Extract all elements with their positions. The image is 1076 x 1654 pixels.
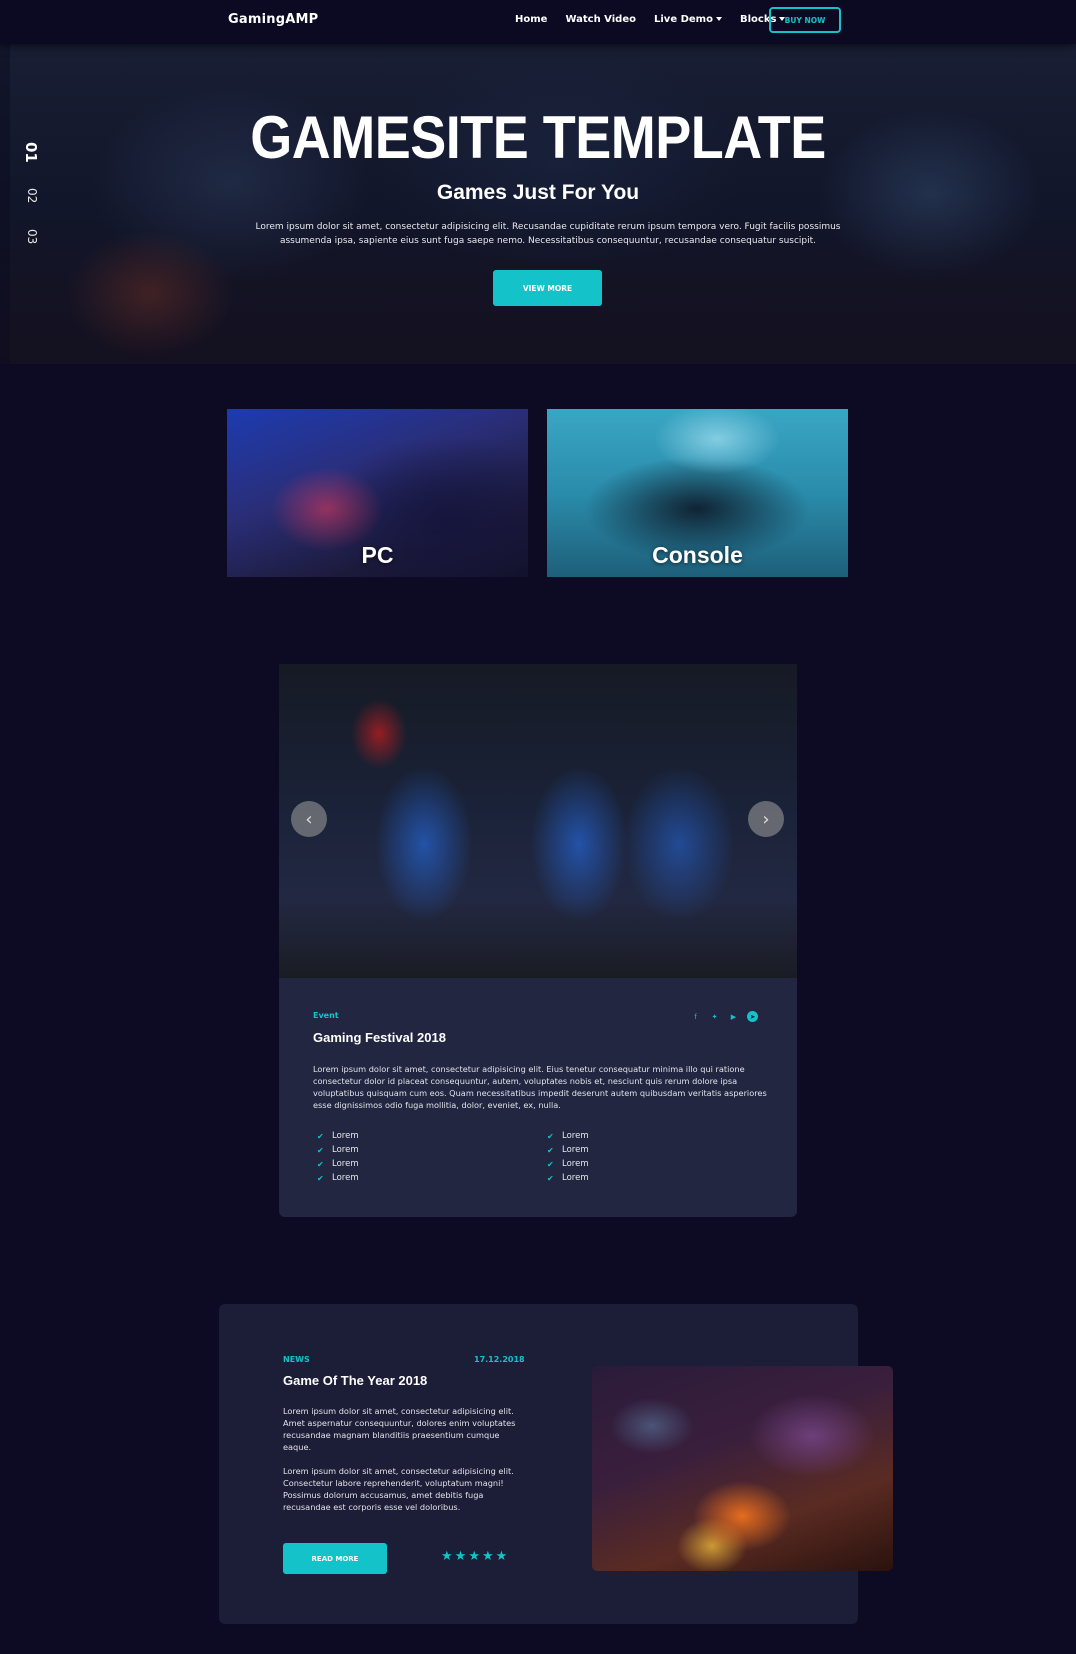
event-social-links: f ✦ ▶ ➤ <box>690 1011 758 1022</box>
nav-home[interactable]: Home <box>515 14 547 25</box>
news-title: Game Of The Year 2018 <box>283 1373 428 1388</box>
nav-live-demo-label: Live Demo <box>654 14 713 25</box>
star-icon: ★ <box>441 1549 453 1564</box>
list-item-label: Lorem <box>562 1173 589 1183</box>
category-label-pc: PC <box>361 542 394 568</box>
check-icon: ✔ <box>317 1131 324 1141</box>
event-description: Lorem ipsum dolor sit amet, consectetur … <box>313 1064 767 1110</box>
hero-title: GAMESITE TEMPLATE <box>250 104 826 172</box>
check-icon: ✔ <box>317 1145 324 1155</box>
check-icon: ✔ <box>547 1131 554 1141</box>
news-image <box>592 1366 893 1571</box>
category-label-console: Console <box>652 542 743 568</box>
list-item-label: Lorem <box>562 1145 589 1155</box>
news-date: 17.12.2018 <box>474 1355 525 1364</box>
category-card-console[interactable]: Console <box>547 409 848 577</box>
list-item: ✔ Lorem <box>313 1143 359 1157</box>
check-icon: ✔ <box>547 1159 554 1169</box>
twitter-icon[interactable]: ✦ <box>709 1011 720 1022</box>
check-icon: ✔ <box>547 1173 554 1183</box>
check-icon: ✔ <box>547 1145 554 1155</box>
event-carousel-image <box>279 664 797 978</box>
news-paragraph-1: Lorem ipsum dolor sit amet, consectetur … <box>283 1406 516 1452</box>
list-item-label: Lorem <box>562 1159 589 1169</box>
category-card-pc[interactable]: PC <box>227 409 528 577</box>
buy-now-button[interactable]: BUY NOW <box>769 7 841 33</box>
event-checklist-left: ✔ Lorem ✔ Lorem ✔ Lorem ✔ Lorem <box>313 1129 359 1185</box>
nav-links: Home Watch Video Live Demo Blocks <box>515 14 803 25</box>
star-icon: ★ <box>495 1549 508 1564</box>
list-item: ✔ Lorem <box>543 1171 589 1185</box>
list-item: ✔ Lorem <box>313 1129 359 1143</box>
list-item-label: Lorem <box>562 1131 589 1141</box>
brand-logo[interactable]: GamingAMP <box>228 12 318 27</box>
carousel-next-button[interactable]: › <box>748 801 784 837</box>
hero-slider: 01 02 03 GAMESITE TEMPLATE Games Just Fo… <box>0 44 1076 364</box>
list-item: ✔ Lorem <box>543 1129 589 1143</box>
list-item: ✔ Lorem <box>313 1157 359 1171</box>
navbar: GamingAMP Home Watch Video Live Demo Blo… <box>0 0 1076 44</box>
youtube-icon[interactable]: ▶ <box>728 1011 739 1022</box>
list-item-label: Lorem <box>332 1145 359 1155</box>
facebook-icon[interactable]: f <box>690 1011 701 1022</box>
list-item-label: Lorem <box>332 1173 359 1183</box>
list-item: ✔ Lorem <box>543 1143 589 1157</box>
star-icon: ★ <box>454 1549 467 1564</box>
chevron-right-icon: › <box>762 808 770 830</box>
hero-subtitle: Games Just For You <box>436 181 640 204</box>
chevron-left-icon: ‹ <box>305 808 313 830</box>
read-more-button[interactable]: READ MORE <box>283 1543 387 1574</box>
nav-watch-video[interactable]: Watch Video <box>565 14 636 25</box>
event-card: ‹ › Event f ✦ ▶ ➤ Gaming Festival 2018 L… <box>279 664 797 1217</box>
carousel-prev-button[interactable]: ‹ <box>291 801 327 837</box>
list-item: ✔ Lorem <box>543 1157 589 1171</box>
list-item: ✔ Lorem <box>313 1171 359 1185</box>
telegram-icon[interactable]: ➤ <box>747 1011 758 1022</box>
nav-live-demo-dropdown[interactable]: Live Demo <box>654 14 722 25</box>
event-tag: Event <box>313 1011 339 1020</box>
hero-description: Lorem ipsum dolor sit amet, consectetur … <box>255 222 841 246</box>
star-rating: ★ ★ ★ ★ ★ <box>441 1550 507 1563</box>
view-more-button[interactable]: VIEW MORE <box>493 270 602 306</box>
check-icon: ✔ <box>317 1173 324 1183</box>
list-item-label: Lorem <box>332 1159 359 1169</box>
caret-down-icon <box>715 17 722 21</box>
event-checklist-right: ✔ Lorem ✔ Lorem ✔ Lorem ✔ Lorem <box>543 1129 589 1185</box>
news-paragraph-2: Lorem ipsum dolor sit amet, consectetur … <box>283 1466 514 1512</box>
slide-indicator-3[interactable]: 03 <box>25 229 39 244</box>
event-title: Gaming Festival 2018 <box>313 1030 446 1045</box>
news-tag: NEWS <box>283 1355 310 1364</box>
check-icon: ✔ <box>317 1159 324 1169</box>
star-icon: ★ <box>481 1549 494 1564</box>
list-item-label: Lorem <box>332 1131 359 1141</box>
star-icon: ★ <box>468 1549 480 1564</box>
